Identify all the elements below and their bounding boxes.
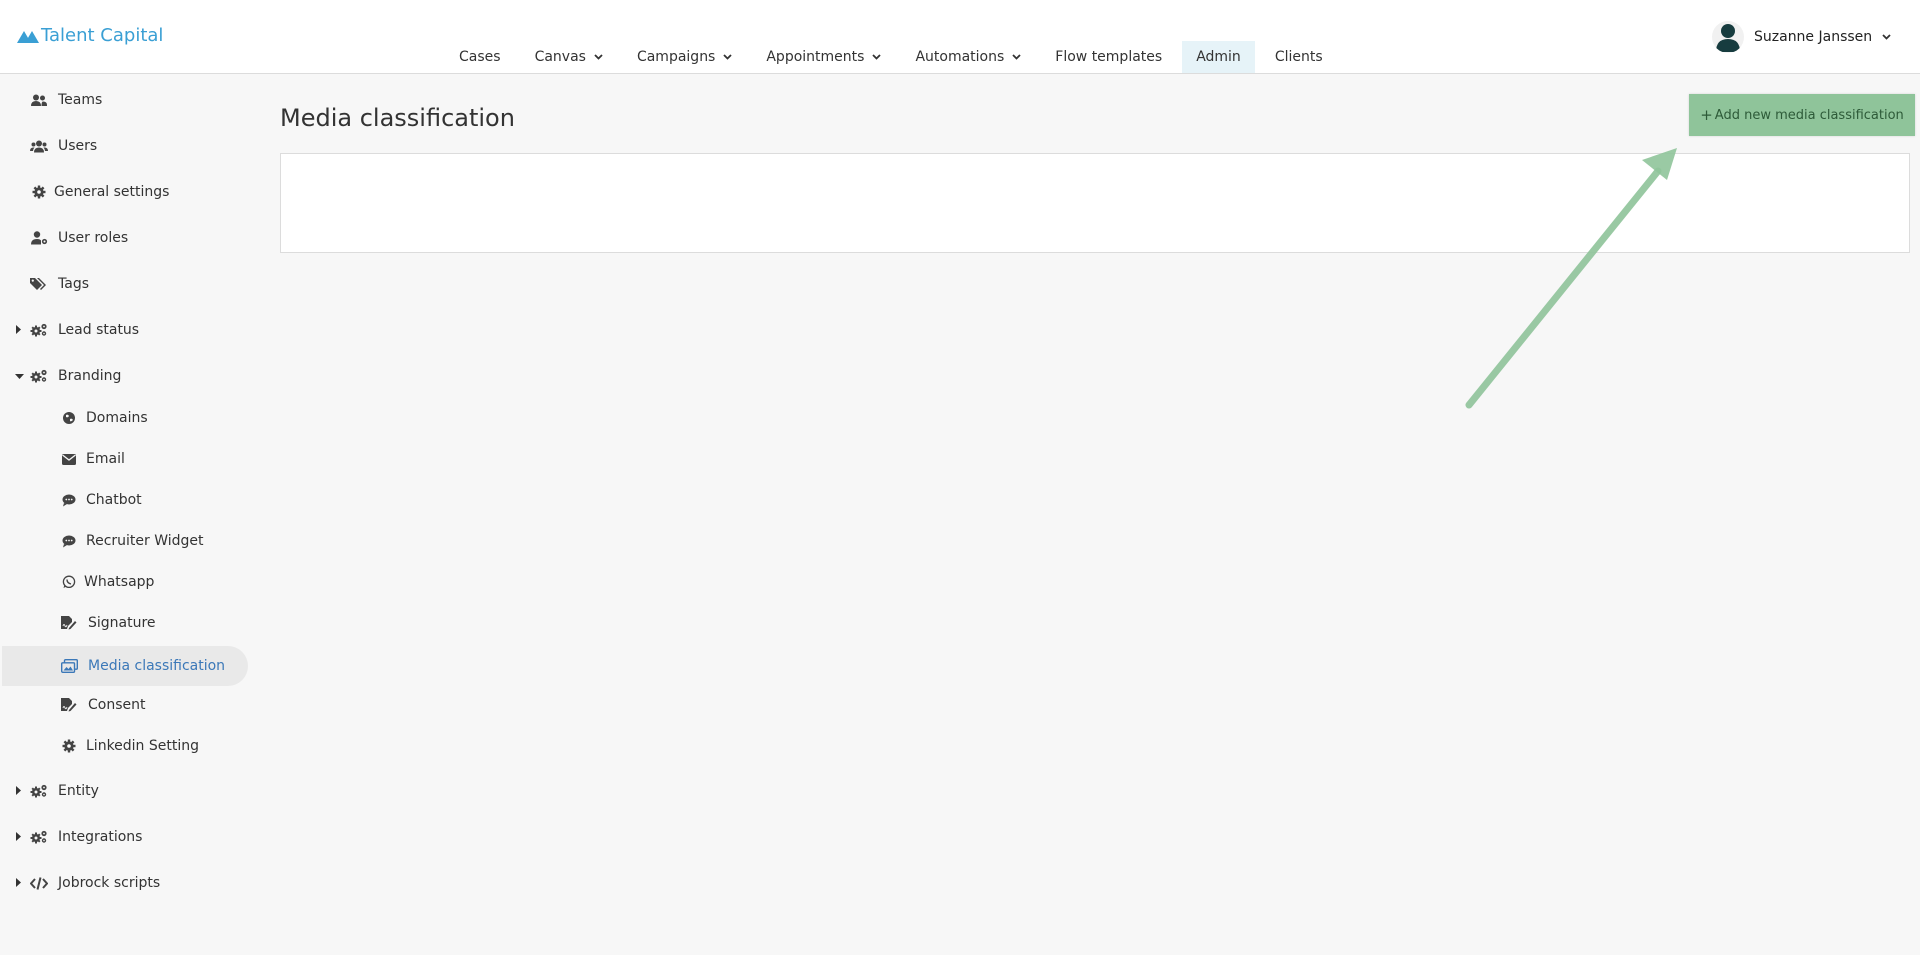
caret-down-icon [14, 368, 24, 384]
user-name: Suzanne Janssen [1754, 29, 1873, 45]
nav-appointments-label: Appointments [766, 49, 865, 65]
nav-cases[interactable]: Cases [445, 41, 515, 73]
gear-icon [60, 737, 78, 755]
gears-icon [30, 828, 48, 846]
sidebar-item-entity[interactable]: Entity [0, 771, 248, 811]
sidebar-item-label: Signature [88, 615, 156, 631]
globe-icon [60, 409, 78, 427]
images-icon [60, 657, 78, 675]
users-icon [30, 91, 48, 109]
nav-canvas[interactable]: Canvas [521, 41, 617, 73]
sidebar-item-email[interactable]: Email [0, 439, 248, 479]
sidebar-item-label: Lead status [58, 322, 140, 338]
avatar [1712, 21, 1744, 53]
logo-text: Talent Capital [41, 25, 164, 46]
main-nav: Cases Canvas Campaigns Appointments Auto… [445, 41, 1343, 73]
sidebar-item-linkedin-setting[interactable]: Linkedin Setting [0, 726, 248, 766]
sidebar-item-branding[interactable]: Branding [0, 356, 248, 396]
add-button-label: Add new media classification [1714, 107, 1904, 123]
sidebar-item-recruiter-widget[interactable]: Recruiter Widget [0, 521, 248, 561]
sidebar-item-label: Branding [58, 368, 122, 384]
chevron-down-icon [594, 54, 603, 60]
sidebar-item-label: Recruiter Widget [86, 533, 204, 549]
sidebar-item-general-settings[interactable]: General settings [0, 172, 248, 212]
sidebar-item-teams[interactable]: Teams [0, 80, 248, 120]
sidebar-item-label: Chatbot [86, 492, 142, 508]
nav-flow-templates[interactable]: Flow templates [1041, 41, 1176, 73]
caret-right-icon [14, 322, 24, 338]
nav-clients-label: Clients [1274, 49, 1323, 65]
nav-automations[interactable]: Automations [901, 41, 1035, 73]
chat-icon [60, 532, 78, 550]
sidebar-item-consent[interactable]: Consent [0, 685, 248, 725]
add-media-classification-button[interactable]: + Add new media classification [1689, 94, 1915, 136]
app-logo[interactable]: Talent Capital [17, 25, 163, 46]
caret-right-icon [14, 829, 24, 845]
nav-automations-label: Automations [915, 49, 1005, 65]
envelope-icon [60, 450, 78, 468]
plus-icon: + [1700, 106, 1713, 124]
nav-campaigns[interactable]: Campaigns [623, 41, 746, 73]
sidebar-item-label: Linkedin Setting [86, 738, 200, 754]
logo-mountains-icon [17, 30, 39, 43]
code-icon [30, 874, 48, 892]
sidebar-item-chatbot[interactable]: Chatbot [0, 480, 248, 520]
sidebar-item-domains[interactable]: Domains [0, 398, 248, 438]
whatsapp-icon [60, 573, 78, 591]
sidebar-item-jobrock-scripts[interactable]: Jobrock scripts [0, 863, 248, 903]
media-classification-list-panel [280, 153, 1910, 253]
signature-icon [60, 614, 78, 632]
sidebar-item-label: Tags [58, 276, 89, 292]
sidebar-item-label: Email [86, 451, 125, 467]
chevron-down-icon [723, 54, 732, 60]
top-header: Talent Capital Cases Canvas Campaigns Ap… [0, 0, 1920, 74]
sidebar-item-label: Domains [86, 410, 148, 426]
sidebar-item-label: Entity [58, 783, 99, 799]
sidebar-item-label: Integrations [58, 829, 143, 845]
caret-right-icon [14, 875, 24, 891]
caret-right-icon [14, 783, 24, 799]
nav-clients[interactable]: Clients [1261, 41, 1337, 73]
admin-sidebar: Teams Users General settings User roles … [0, 75, 250, 955]
sidebar-item-tags[interactable]: Tags [0, 264, 248, 304]
user-menu[interactable]: Suzanne Janssen [1712, 21, 1891, 53]
sidebar-item-media-classification[interactable]: Media classification [2, 646, 248, 686]
sidebar-item-integrations[interactable]: Integrations [0, 817, 248, 857]
tags-icon [30, 275, 48, 293]
gear-icon [30, 183, 48, 201]
sidebar-item-whatsapp[interactable]: Whatsapp [0, 562, 248, 602]
nav-admin[interactable]: Admin [1182, 41, 1255, 73]
sidebar-item-label: Teams [58, 92, 103, 108]
sidebar-item-label: Users [58, 138, 98, 154]
gears-icon [30, 782, 48, 800]
sidebar-item-label: Consent [88, 697, 146, 713]
page-title: Media classification [280, 104, 515, 132]
nav-campaigns-label: Campaigns [636, 49, 716, 65]
nav-admin-label: Admin [1196, 49, 1241, 65]
chevron-down-icon [1882, 34, 1891, 40]
user-avatar-icon [1716, 24, 1740, 52]
sidebar-item-label: User roles [58, 230, 129, 246]
sidebar-item-lead-status[interactable]: Lead status [0, 310, 248, 350]
nav-appointments[interactable]: Appointments [752, 41, 895, 73]
sidebar-item-users[interactable]: Users [0, 126, 248, 166]
signature-icon [60, 696, 78, 714]
sidebar-item-label: Jobrock scripts [58, 875, 161, 891]
chat-icon [60, 491, 78, 509]
nav-flow-templates-label: Flow templates [1055, 49, 1163, 65]
sidebar-item-signature[interactable]: Signature [0, 603, 248, 643]
user-group-icon [30, 137, 48, 155]
user-cog-icon [30, 229, 48, 247]
chevron-down-icon [872, 54, 882, 60]
sidebar-item-label: Media classification [88, 658, 226, 674]
gears-icon [30, 321, 48, 339]
nav-cases-label: Cases [459, 49, 501, 65]
sidebar-item-label: General settings [54, 184, 170, 200]
nav-canvas-label: Canvas [534, 49, 586, 65]
sidebar-item-user-roles[interactable]: User roles [0, 218, 248, 258]
sidebar-item-label: Whatsapp [84, 574, 155, 590]
gears-icon [30, 367, 48, 385]
chevron-down-icon [1012, 54, 1021, 60]
annotation-arrow [1465, 148, 1677, 409]
